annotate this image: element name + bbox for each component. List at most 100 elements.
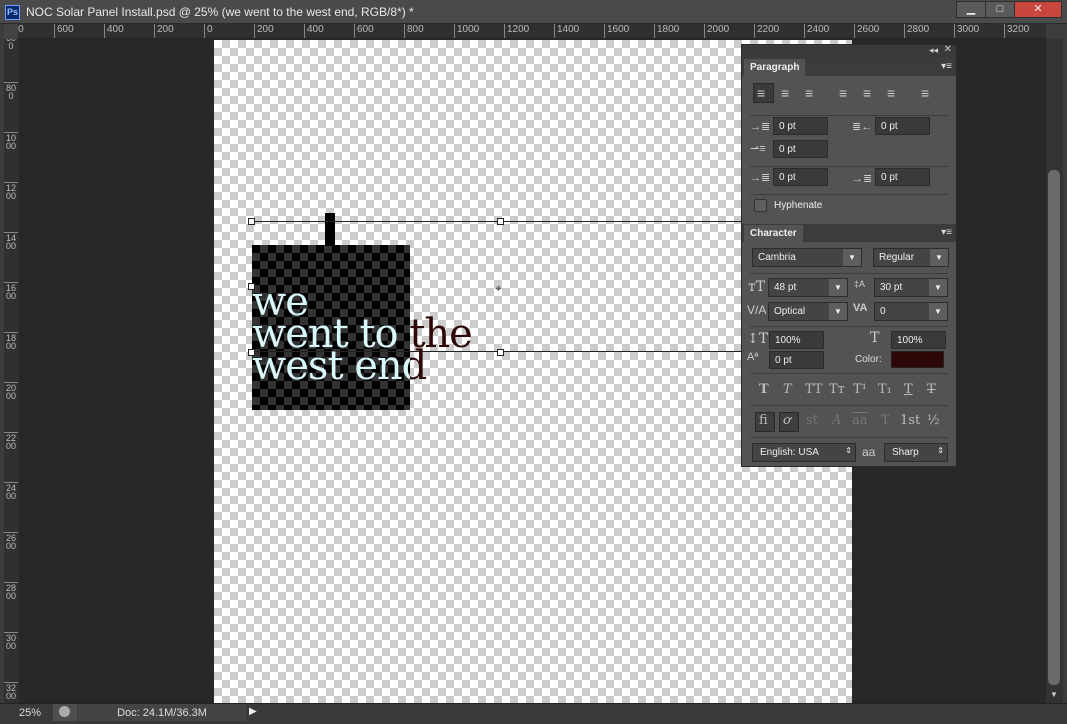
window-title: NOC Solar Panel Install.psd @ 25% (we we… bbox=[26, 5, 414, 19]
all-caps-button[interactable]: TT bbox=[805, 382, 823, 397]
justify-last-left-button[interactable]: ≡ bbox=[839, 85, 847, 101]
status-menu-arrow-icon[interactable]: ▶ bbox=[249, 706, 257, 717]
strikethrough-button[interactable]: T bbox=[927, 382, 936, 397]
character-tabbar: Character ▾≡ bbox=[742, 224, 956, 242]
ruler-label: 1400 bbox=[554, 24, 579, 38]
ruler-label: 200 bbox=[154, 24, 174, 38]
ruler-label: 3200 bbox=[4, 682, 18, 701]
align-left-icon: ≡ bbox=[757, 85, 766, 101]
language-dropdown[interactable]: English: USA ⇕ bbox=[752, 443, 856, 462]
vertical-scale-icon: ↕T bbox=[747, 331, 769, 347]
paragraph-tabbar: Paragraph ▾≡ bbox=[742, 58, 956, 76]
font-size-dropdown[interactable]: 48 pt ▼ bbox=[768, 278, 848, 297]
tab-character[interactable]: Character bbox=[744, 225, 803, 242]
ruler-label: 2400 bbox=[804, 24, 829, 38]
ruler-label: 1600 bbox=[604, 24, 629, 38]
kerning-icon: V/A bbox=[747, 303, 767, 317]
ruler-label: 3000 bbox=[954, 24, 979, 38]
ruler-label: 2600 bbox=[854, 24, 879, 38]
kerning-dropdown[interactable]: Optical ▼ bbox=[768, 302, 848, 321]
vertical-scale-field[interactable]: 100% bbox=[769, 331, 824, 349]
subscript-button[interactable]: T₁ bbox=[878, 382, 892, 397]
ruler-label: 1000 bbox=[454, 24, 479, 38]
proof-icon[interactable] bbox=[53, 704, 77, 721]
updown-icon: ⇕ bbox=[845, 446, 852, 455]
leading-icon: ‡A bbox=[854, 279, 866, 289]
space-before-field[interactable]: 0 pt bbox=[773, 168, 828, 186]
space-before-icon: →≣ bbox=[750, 172, 771, 184]
titling-alternates-button[interactable]: T bbox=[881, 413, 890, 428]
align-right-button[interactable]: ≡ bbox=[805, 85, 813, 101]
ordinals-button[interactable]: 1st bbox=[900, 413, 920, 428]
panel-close-icon[interactable]: ✕ bbox=[944, 44, 952, 55]
font-style-dropdown[interactable]: Regular ▼ bbox=[873, 248, 949, 267]
align-center-button[interactable]: ≡ bbox=[781, 85, 789, 101]
ruler-label: 3000 bbox=[4, 632, 18, 651]
paragraph-character-panel: ◂◂ ✕ Paragraph ▾≡ ≡ ≡ ≡ ≡ ≡ ≡ ≡ →≣ 0 pt … bbox=[741, 44, 957, 467]
ruler-label: 400 bbox=[304, 24, 324, 38]
ruler-label: 600 bbox=[54, 24, 74, 38]
standard-ligatures-button[interactable]: ﬁ bbox=[759, 413, 768, 428]
antialias-dropdown[interactable]: Sharp ⇕ bbox=[884, 443, 948, 462]
space-after-field[interactable]: 0 pt bbox=[875, 168, 930, 186]
contextual-alternates-button[interactable]: ơ bbox=[783, 413, 791, 428]
underline-button[interactable]: T bbox=[904, 382, 913, 397]
ruler-origin[interactable] bbox=[4, 24, 18, 39]
small-caps-button[interactable]: Tт bbox=[829, 382, 845, 397]
discretionary-ligatures-button[interactable]: st bbox=[806, 413, 818, 428]
swash-button[interactable]: A bbox=[832, 413, 841, 428]
zoom-level[interactable]: 25% bbox=[19, 707, 41, 719]
vertical-ruler[interactable]: 600 800 1000 1200 1400 1600 1800 2000 2200 2400 26… bbox=[4, 39, 19, 703]
faux-bold-button[interactable]: T bbox=[759, 382, 769, 397]
panel-menu-icon[interactable]: ▾≡ bbox=[941, 61, 952, 72]
chevron-down-icon: ▼ bbox=[929, 303, 947, 320]
text-color-swatch[interactable] bbox=[891, 351, 944, 368]
tracking-dropdown[interactable]: 0 ▼ bbox=[874, 302, 948, 321]
ruler-label: 1800 bbox=[654, 24, 679, 38]
indent-first-line-field[interactable]: 0 pt bbox=[773, 140, 828, 158]
title-bar: Ps NOC Solar Panel Install.psd @ 25% (we… bbox=[0, 0, 1067, 24]
ruler-label: 0 bbox=[204, 24, 213, 38]
hyphenate-label: Hyphenate bbox=[774, 200, 823, 211]
horizontal-ruler[interactable]: 8006004002000200400600800100012001400160… bbox=[18, 24, 1046, 39]
collapse-icon[interactable]: ◂◂ bbox=[929, 45, 938, 56]
indent-right-field[interactable]: 0 pt bbox=[875, 117, 930, 135]
ruler-label: 400 bbox=[104, 24, 124, 38]
ruler-label: 600 bbox=[354, 24, 374, 38]
scroll-down-icon[interactable]: ▼ bbox=[1050, 690, 1058, 699]
tracking-icon: VA bbox=[853, 302, 868, 314]
stylistic-alternates-button[interactable]: aa bbox=[852, 413, 868, 428]
hyphenate-checkbox[interactable] bbox=[754, 199, 767, 212]
baseline-shift-field[interactable]: 0 pt bbox=[769, 351, 824, 369]
ruler-label: 2200 bbox=[754, 24, 779, 38]
leading-dropdown[interactable]: 30 pt ▼ bbox=[874, 278, 948, 297]
indent-left-icon: →≣ bbox=[750, 121, 771, 133]
close-button[interactable]: ✕ bbox=[1014, 1, 1062, 18]
horizontal-scale-field[interactable]: 100% bbox=[891, 331, 946, 349]
ruler-label: 600 bbox=[4, 39, 18, 51]
panel-menu-icon[interactable]: ▾≡ bbox=[941, 227, 952, 238]
horizontal-scale-icon: T bbox=[870, 330, 880, 346]
baseline-shift-icon: Aª bbox=[747, 351, 759, 363]
scrollbar-thumb[interactable] bbox=[1048, 170, 1060, 685]
tab-paragraph[interactable]: Paragraph bbox=[744, 59, 806, 76]
justify-last-right-button[interactable]: ≡ bbox=[887, 85, 895, 101]
photoshop-logo-icon: Ps bbox=[5, 5, 20, 20]
doc-size: Doc: 24.1M/36.3M bbox=[78, 704, 246, 721]
maximize-button[interactable]: □ bbox=[985, 1, 1015, 18]
justify-all-button[interactable]: ≡ bbox=[921, 85, 929, 101]
ruler-label: 2000 bbox=[4, 382, 18, 401]
color-label: Color: bbox=[855, 354, 882, 365]
superscript-button[interactable]: T¹ bbox=[853, 382, 867, 397]
font-family-dropdown[interactable]: Cambria ▼ bbox=[752, 248, 862, 267]
indent-first-line-icon: ⇀≡ bbox=[750, 143, 766, 155]
ruler-label: 1400 bbox=[4, 232, 18, 251]
reference-point-icon[interactable]: ⌖ bbox=[495, 281, 502, 296]
fractions-button[interactable]: ½ bbox=[927, 413, 940, 428]
panel-header[interactable]: ◂◂ ✕ bbox=[742, 44, 956, 58]
justify-last-center-button[interactable]: ≡ bbox=[863, 85, 871, 101]
minimize-button[interactable]: ▁ bbox=[956, 1, 986, 18]
ruler-label: 2400 bbox=[4, 482, 18, 501]
faux-italic-button[interactable]: T bbox=[783, 382, 792, 397]
indent-left-field[interactable]: 0 pt bbox=[773, 117, 828, 135]
